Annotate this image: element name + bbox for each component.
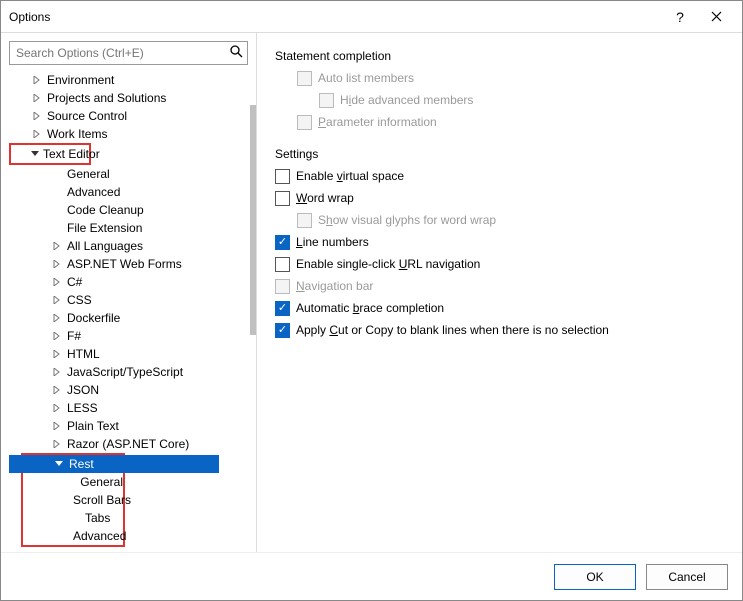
- checkbox-icon: [297, 213, 312, 228]
- tree-item-te-general[interactable]: General: [7, 165, 250, 183]
- checkbox-line-numbers[interactable]: Line numbers: [275, 231, 724, 253]
- chevron-right-icon: [31, 74, 43, 86]
- tree-item-fsharp[interactable]: F#: [7, 327, 250, 345]
- checkbox-hide-advanced: Hide advanced members: [275, 89, 724, 111]
- dialog-footer: OK Cancel: [1, 552, 742, 600]
- chevron-down-icon: [53, 458, 65, 470]
- chevron-right-icon: [51, 348, 63, 360]
- tree-item-plain-text[interactable]: Plain Text: [7, 417, 250, 435]
- tree-item-jsts[interactable]: JavaScript/TypeScript: [7, 363, 250, 381]
- tree-item-html[interactable]: HTML: [7, 345, 250, 363]
- checkbox-icon: [319, 93, 334, 108]
- close-button[interactable]: [698, 1, 734, 33]
- chevron-right-icon: [51, 312, 63, 324]
- checkbox-icon[interactable]: [275, 235, 290, 250]
- tree-item-less[interactable]: LESS: [7, 399, 250, 417]
- chevron-right-icon: [31, 128, 43, 140]
- tree-item-asp-forms[interactable]: ASP.NET Web Forms: [7, 255, 250, 273]
- options-dialog: Options ? Environment: [0, 0, 743, 601]
- checkbox-icon: [297, 115, 312, 130]
- chevron-right-icon: [51, 366, 63, 378]
- section-statement-completion: Statement completion: [275, 49, 724, 63]
- checkbox-cut-copy-blank[interactable]: Apply Cut or Copy to blank lines when th…: [275, 319, 724, 341]
- highlight-rest: Rest General Scroll Bars Tabs Advanced: [21, 453, 125, 547]
- checkbox-icon[interactable]: [275, 323, 290, 338]
- chevron-right-icon: [31, 92, 43, 104]
- chevron-right-icon: [51, 330, 63, 342]
- tree-item-json[interactable]: JSON: [7, 381, 250, 399]
- tree-item-csharp[interactable]: C#: [7, 273, 250, 291]
- checkbox-icon[interactable]: [275, 257, 290, 272]
- search-box[interactable]: [9, 41, 248, 65]
- tree-item-razor[interactable]: Razor (ASP.NET Core): [7, 435, 250, 453]
- tree-item-css[interactable]: CSS: [7, 291, 250, 309]
- tree-item-rest-general[interactable]: General: [23, 473, 123, 491]
- chevron-right-icon: [51, 420, 63, 432]
- search-input[interactable]: [10, 42, 225, 64]
- chevron-right-icon: [51, 438, 63, 450]
- chevron-right-icon: [51, 276, 63, 288]
- tree-item-te-file-ext[interactable]: File Extension: [7, 219, 250, 237]
- tree-item-work-items[interactable]: Work Items: [7, 125, 250, 143]
- checkbox-virtual-space[interactable]: Enable virtual space: [275, 165, 724, 187]
- chevron-right-icon: [51, 384, 63, 396]
- tree-item-source-control[interactable]: Source Control: [7, 107, 250, 125]
- checkbox-auto-list: Auto list members: [275, 67, 724, 89]
- tree-item-rest[interactable]: Rest: [9, 455, 219, 473]
- tree-item-rest-advanced[interactable]: Advanced: [23, 527, 123, 545]
- cancel-button[interactable]: Cancel: [646, 564, 728, 590]
- titlebar: Options ?: [1, 1, 742, 33]
- chevron-right-icon: [51, 294, 63, 306]
- tree-item-projects[interactable]: Projects and Solutions: [7, 89, 250, 107]
- section-settings: Settings: [275, 147, 724, 161]
- chevron-right-icon: [51, 402, 63, 414]
- checkbox-icon: [297, 71, 312, 86]
- checkbox-icon[interactable]: [275, 169, 290, 184]
- highlight-text-editor: Text Editor: [9, 143, 91, 165]
- options-tree[interactable]: Environment Projects and Solutions Sourc…: [1, 69, 256, 552]
- tree-item-dockerfile[interactable]: Dockerfile: [7, 309, 250, 327]
- tree-item-text-editor[interactable]: Text Editor: [11, 145, 89, 163]
- checkbox-parameter-info: Parameter information: [275, 111, 724, 133]
- tree-item-all-languages[interactable]: All Languages: [7, 237, 250, 255]
- scrollbar-thumb[interactable]: [250, 105, 256, 335]
- chevron-right-icon: [51, 240, 63, 252]
- settings-panel: Statement completion Auto list members H…: [257, 33, 742, 552]
- help-button[interactable]: ?: [662, 1, 698, 33]
- chevron-down-icon: [31, 148, 39, 160]
- tree-item-rest-tabs[interactable]: Tabs: [23, 509, 123, 527]
- chevron-right-icon: [51, 258, 63, 270]
- search-icon[interactable]: [225, 45, 247, 61]
- checkbox-icon: [275, 279, 290, 294]
- chevron-right-icon: [31, 110, 43, 122]
- window-title: Options: [9, 10, 662, 24]
- checkbox-word-wrap[interactable]: Word wrap: [275, 187, 724, 209]
- tree-item-te-advanced[interactable]: Advanced: [7, 183, 250, 201]
- checkbox-icon[interactable]: [275, 301, 290, 316]
- checkbox-brace-completion[interactable]: Automatic brace completion: [275, 297, 724, 319]
- checkbox-visual-glyphs: Show visual glyphs for word wrap: [275, 209, 724, 231]
- dialog-body: Environment Projects and Solutions Sourc…: [1, 33, 742, 552]
- tree-item-rest-scroll[interactable]: Scroll Bars: [23, 491, 123, 509]
- checkbox-single-click-url[interactable]: Enable single-click URL navigation: [275, 253, 724, 275]
- checkbox-navigation-bar: Navigation bar: [275, 275, 724, 297]
- ok-button[interactable]: OK: [554, 564, 636, 590]
- left-pane: Environment Projects and Solutions Sourc…: [1, 33, 257, 552]
- tree-item-environment[interactable]: Environment: [7, 71, 250, 89]
- tree-item-te-code-cleanup[interactable]: Code Cleanup: [7, 201, 250, 219]
- close-icon: [711, 11, 722, 22]
- checkbox-icon[interactable]: [275, 191, 290, 206]
